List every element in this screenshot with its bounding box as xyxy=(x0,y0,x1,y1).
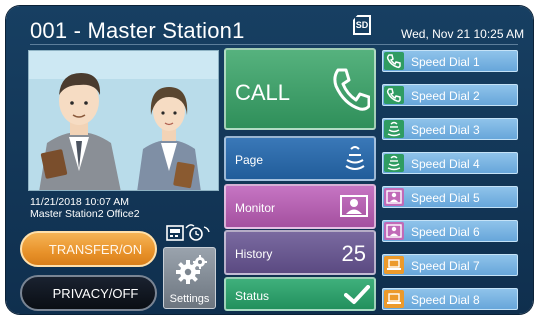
monitor-person-icon xyxy=(384,188,404,206)
date-time: Wed, Nov 21 10:25 AM xyxy=(401,27,525,41)
speed-dial-3[interactable]: Speed Dial 3 xyxy=(382,118,518,140)
settings-label: Settings xyxy=(169,293,210,305)
speed-dial-label: Speed Dial 7 xyxy=(411,259,480,273)
speed-dial-5[interactable]: Speed Dial 5 xyxy=(382,186,518,208)
caller-name: Master Station2 Office2 xyxy=(30,208,140,220)
call-button[interactable]: CALL xyxy=(224,48,376,130)
monitor-person-icon xyxy=(384,222,404,240)
monitor-button[interactable]: Monitor xyxy=(224,184,376,229)
station-title: 001 - Master Station1 xyxy=(30,18,245,43)
call-timestamp: 11/21/2018 10:07 AM xyxy=(30,196,130,208)
sd-card-icon: SD xyxy=(353,15,371,35)
speed-dial-4[interactable]: Speed Dial 4 xyxy=(382,152,518,174)
camera-image xyxy=(29,51,218,190)
call-label: CALL xyxy=(235,80,291,105)
monitor-label: Monitor xyxy=(235,201,276,215)
speed-dial-2[interactable]: Speed Dial 2 xyxy=(382,84,518,106)
speed-dial-label: Speed Dial 4 xyxy=(411,157,480,171)
phone-icon xyxy=(333,68,370,111)
speed-dial-8[interactable]: Speed Dial 8 xyxy=(382,288,518,310)
header-divider xyxy=(30,44,518,45)
laptop-icon xyxy=(384,290,404,308)
speed-dial-label: Speed Dial 8 xyxy=(411,293,480,307)
speed-dial-label: Speed Dial 1 xyxy=(411,55,480,69)
history-count-badge: 25 xyxy=(341,241,366,266)
speed-dial-7[interactable]: Speed Dial 7 xyxy=(382,254,518,276)
transfer-button[interactable]: TRANSFER/ON xyxy=(20,231,157,267)
checkmark-icon xyxy=(344,285,370,304)
phone-icon xyxy=(384,52,404,70)
speed-dial-label: Speed Dial 6 xyxy=(411,225,480,239)
page-button[interactable]: Page xyxy=(224,136,376,181)
status-label: Status xyxy=(235,289,270,303)
paging-speaker-icon xyxy=(384,120,404,138)
camera-view xyxy=(28,50,219,191)
caller-info: 11/21/2018 10:07 AM Master Station2 Offi… xyxy=(30,196,140,220)
paging-speaker-icon xyxy=(345,146,365,170)
settings-button[interactable]: Settings xyxy=(163,247,216,309)
phone-icon xyxy=(384,86,404,104)
intercom-screen: 001 - Master Station1 SD Wed, Nov 21 10:… xyxy=(6,6,533,314)
speed-dial-label: Speed Dial 5 xyxy=(411,191,480,205)
monitor-person-icon xyxy=(340,195,368,217)
history-label: History xyxy=(235,247,273,261)
laptop-icon xyxy=(384,256,404,274)
gear-icon xyxy=(176,255,207,284)
page-label: Page xyxy=(235,153,264,167)
speed-dial-1[interactable]: Speed Dial 1 xyxy=(382,50,518,72)
status-button[interactable]: Status xyxy=(224,277,376,311)
speed-dial-label: Speed Dial 2 xyxy=(411,89,480,103)
privacy-button[interactable]: PRIVACY/OFF xyxy=(20,275,157,311)
speed-dial-6[interactable]: Speed Dial 6 xyxy=(382,220,518,242)
station-group-icon xyxy=(166,224,210,241)
history-button[interactable]: History 25 xyxy=(224,230,376,275)
paging-speaker-icon xyxy=(384,154,404,172)
speed-dial-label: Speed Dial 3 xyxy=(411,123,480,137)
